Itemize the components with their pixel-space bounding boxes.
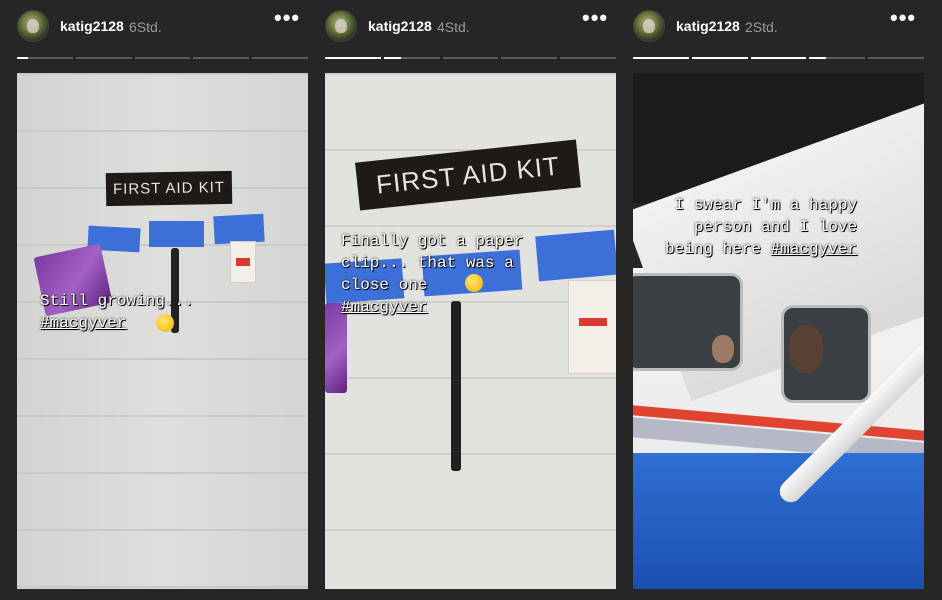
progress-segment[interactable] bbox=[252, 57, 308, 59]
band-aid bbox=[230, 241, 256, 283]
caption-line: being here #macgyver bbox=[665, 240, 858, 258]
post-time: 6Std. bbox=[129, 19, 162, 35]
blue-tape bbox=[535, 229, 616, 282]
caption-line: I swear I'm a happy bbox=[674, 196, 858, 214]
band-aid bbox=[568, 280, 616, 374]
hashtag-link[interactable]: #macgyver bbox=[341, 298, 427, 316]
first-aid-sign: FIRST AID KIT bbox=[105, 170, 233, 207]
progress-segment[interactable] bbox=[134, 57, 191, 59]
story-photo[interactable]: FIRST AID KIT Still growing... #macgyver bbox=[17, 73, 308, 589]
story-caption: I swear I'm a happy person and I love bein… bbox=[665, 194, 857, 260]
story-card-3[interactable]: katig2128 2Std. ••• I swear I'm a happy p… bbox=[633, 0, 924, 600]
progress-segment[interactable] bbox=[17, 57, 73, 59]
progress-segment[interactable] bbox=[691, 57, 748, 59]
blue-tape bbox=[149, 221, 204, 247]
passenger bbox=[789, 325, 823, 373]
username[interactable]: katig2128 bbox=[60, 18, 124, 34]
story-photo[interactable]: FIRST AID KIT Finally got a paper clip...… bbox=[325, 73, 616, 589]
avatar[interactable] bbox=[17, 10, 49, 42]
story-header: katig2128 6Std. ••• bbox=[17, 7, 308, 44]
progress-segment[interactable] bbox=[809, 57, 866, 59]
progress-segment[interactable] bbox=[442, 57, 499, 59]
progress-segment[interactable] bbox=[193, 57, 250, 59]
story-card-2[interactable]: katig2128 4Std. ••• FIRST AID KIT Finall… bbox=[325, 0, 616, 600]
story-card-1[interactable]: katig2128 6Std. ••• FIRST AID KIT Still … bbox=[17, 0, 308, 600]
blue-belly bbox=[633, 453, 924, 589]
post-time: 2Std. bbox=[745, 19, 778, 35]
progress-segment[interactable] bbox=[325, 57, 381, 59]
story-header: katig2128 4Std. ••• bbox=[325, 7, 616, 44]
story-header: katig2128 2Std. ••• bbox=[633, 7, 924, 44]
plastic-fork bbox=[451, 301, 461, 471]
username[interactable]: katig2128 bbox=[368, 18, 432, 34]
story-progress-bar bbox=[633, 57, 924, 60]
caption-line: Still growing... bbox=[40, 292, 194, 310]
avatar[interactable] bbox=[325, 10, 357, 42]
hashtag-link[interactable]: #macgyver bbox=[40, 314, 126, 332]
progress-segment[interactable] bbox=[383, 57, 440, 59]
caption-line: person and I love bbox=[693, 218, 858, 236]
passenger bbox=[712, 335, 734, 363]
hashtag-link[interactable]: #macgyver bbox=[771, 240, 857, 258]
progress-segment[interactable] bbox=[560, 57, 616, 59]
rofl-emoji-icon bbox=[465, 274, 483, 292]
story-progress-bar bbox=[17, 57, 308, 60]
caption-line: close one bbox=[341, 276, 428, 294]
progress-segment[interactable] bbox=[75, 57, 132, 59]
story-caption: Finally got a paper clip... that was a clo… bbox=[341, 230, 523, 318]
more-options-icon[interactable]: ••• bbox=[582, 7, 608, 37]
story-photo[interactable]: I swear I'm a happy person and I love bein… bbox=[633, 73, 924, 589]
more-options-icon[interactable]: ••• bbox=[890, 7, 916, 37]
more-options-icon[interactable]: ••• bbox=[274, 7, 300, 37]
progress-segment[interactable] bbox=[633, 57, 689, 59]
story-progress-bar bbox=[325, 57, 616, 60]
progress-segment[interactable] bbox=[868, 57, 924, 59]
username[interactable]: katig2128 bbox=[676, 18, 740, 34]
post-time: 4Std. bbox=[437, 19, 470, 35]
progress-segment[interactable] bbox=[750, 57, 807, 59]
blue-tape bbox=[213, 213, 265, 245]
progress-segment[interactable] bbox=[501, 57, 558, 59]
avatar[interactable] bbox=[633, 10, 665, 42]
laughing-emoji-icon bbox=[156, 314, 174, 332]
caption-line: clip... that was a bbox=[341, 254, 514, 272]
caption-line: Finally got a paper bbox=[341, 232, 524, 250]
